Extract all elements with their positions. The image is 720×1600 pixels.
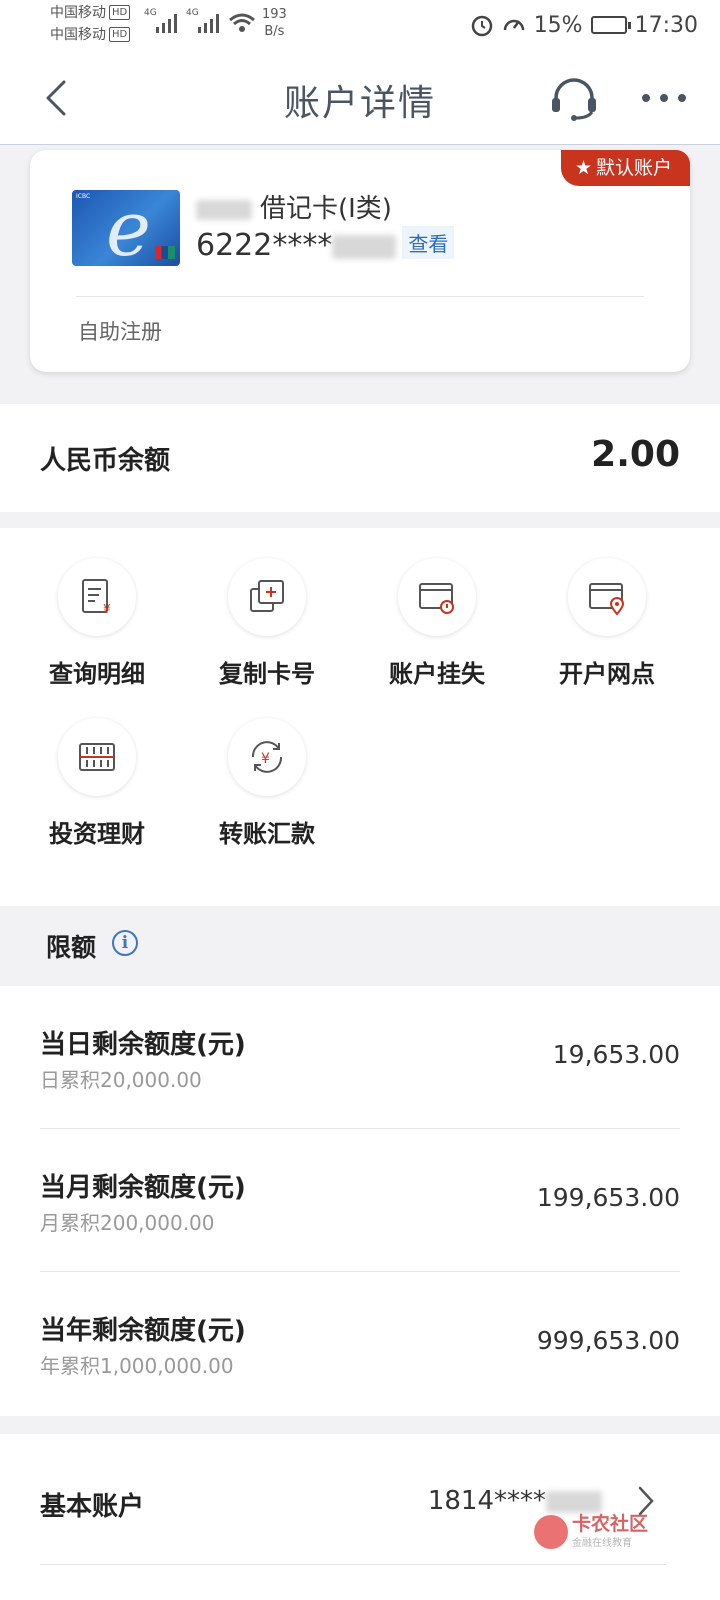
base-account-number: 1814**** xyxy=(428,1486,602,1516)
action-label: 查询明细 xyxy=(49,660,145,688)
alarm-icon xyxy=(471,15,492,37)
limit-subtitle: 日累积20,000.00 xyxy=(40,1068,202,1092)
signal-icon-1 xyxy=(156,14,177,33)
action-investment[interactable]: 投资理财 xyxy=(10,718,184,849)
limit-value: 999,653.00 xyxy=(536,1326,680,1355)
watermark-title: 卡农社区 xyxy=(571,1513,648,1535)
action-report-loss[interactable]: 账户挂失 xyxy=(350,558,524,689)
divider xyxy=(40,1564,666,1565)
battery-icon xyxy=(590,16,631,34)
more-icon[interactable] xyxy=(640,88,688,108)
action-label: 复制卡号 xyxy=(219,660,315,688)
svg-text:¥: ¥ xyxy=(261,751,270,767)
balance-amount: 2.00 xyxy=(591,434,680,475)
nav-bar: 账户详情 xyxy=(0,52,720,145)
limit-title: 当月剩余额度(元) xyxy=(40,1173,246,1203)
card-alert-icon xyxy=(419,583,454,614)
card-footer-label: 自助注册 xyxy=(78,320,162,344)
carrier-2: 中国移动 HD xyxy=(50,24,131,46)
balance-label: 人民币余额 xyxy=(40,446,171,476)
limit-value: 19,653.00 xyxy=(552,1040,680,1069)
masked-text xyxy=(196,199,252,220)
svg-text:¥: ¥ xyxy=(103,602,111,616)
masked-digits xyxy=(332,234,397,259)
limits-list: 当日剩余额度(元) 日累积20,000.00 19,653.00 当月剩余额度(… xyxy=(0,986,720,1416)
limit-row-monthly: 当月剩余额度(元) 月累积200,000.00 199,653.00 xyxy=(40,1129,680,1272)
card-number: 6222**** 查看 xyxy=(196,226,455,263)
signal-icon-2 xyxy=(198,14,219,33)
page-title: 账户详情 xyxy=(283,83,436,124)
default-account-tag: ★ 默认账户 xyxy=(560,150,690,186)
view-card-number-button[interactable]: 查看 xyxy=(402,226,455,259)
card-location-icon xyxy=(589,583,625,616)
unionpay-logo xyxy=(155,246,175,259)
transfer-icon: ¥ xyxy=(251,741,283,773)
divider xyxy=(76,296,644,297)
carrier-1: 中国移动 HD xyxy=(50,2,131,24)
quick-actions: ¥ 查询明细 复制卡号 账户挂失 开户网点 投资理财 ¥ 转账汇款 xyxy=(0,528,720,906)
action-transfer[interactable]: ¥ 转账汇款 xyxy=(180,718,354,849)
limit-subtitle: 年累积1,000,000.00 xyxy=(40,1354,234,1378)
action-branches[interactable]: 开户网点 xyxy=(520,558,694,689)
watermark-logo xyxy=(533,1514,568,1549)
limits-header: 限额 i xyxy=(0,906,720,986)
action-label: 开户网点 xyxy=(559,660,655,688)
clock: 17:30 xyxy=(634,12,698,38)
info-icon[interactable]: i xyxy=(112,930,138,956)
limit-value: 199,653.00 xyxy=(536,1183,680,1212)
wifi-icon xyxy=(229,13,255,32)
action-query-details[interactable]: ¥ 查询明细 xyxy=(10,558,184,689)
watermark-subtitle: 金融在线教育 xyxy=(571,1538,632,1549)
star-icon: ★ xyxy=(574,157,592,179)
base-account-row[interactable]: 基本账户 1814**** 卡农社区 金融在线教育 xyxy=(0,1434,720,1600)
base-account-label: 基本账户 xyxy=(40,1492,145,1522)
watermark: 卡农社区 金融在线教育 xyxy=(533,1513,648,1549)
limit-title: 当年剩余额度(元) xyxy=(40,1316,246,1346)
statement-icon: ¥ xyxy=(82,579,111,616)
action-label: 转账汇款 xyxy=(219,820,315,848)
action-label: 投资理财 xyxy=(49,820,145,848)
account-card[interactable]: ★ 默认账户 ICBC e 借记卡(I类) 6222**** 查看 自助注册 xyxy=(30,150,690,372)
card-name: 借记卡(I类) xyxy=(196,188,392,225)
speedometer-icon xyxy=(503,19,524,31)
network-speed: 193 B/s xyxy=(262,7,287,39)
status-right: 15% 17:30 xyxy=(470,10,698,40)
limits-title: 限额 xyxy=(46,933,97,962)
action-copy-card-number[interactable]: 复制卡号 xyxy=(180,558,354,689)
limit-row-yearly: 当年剩余额度(元) 年累积1,000,000.00 999,653.00 xyxy=(40,1272,680,1415)
limit-title: 当日剩余额度(元) xyxy=(40,1030,246,1060)
copy-icon xyxy=(250,580,284,612)
card-image: ICBC e xyxy=(72,190,180,266)
masked-digits xyxy=(546,1490,602,1513)
balance-row: 人民币余额 2.00 xyxy=(0,404,720,512)
limit-subtitle: 月累积200,000.00 xyxy=(40,1211,215,1235)
action-label: 账户挂失 xyxy=(389,660,485,688)
status-bar: 中国移动 HD 中国移动 HD 4G 4G 193 B/s 15% 17:30 xyxy=(0,0,720,52)
limit-row-daily: 当日剩余额度(元) 日累积20,000.00 19,653.00 xyxy=(40,986,680,1129)
abacus-icon xyxy=(79,743,115,771)
battery-percent: 15% xyxy=(533,12,583,38)
customer-service-icon[interactable] xyxy=(548,76,600,122)
